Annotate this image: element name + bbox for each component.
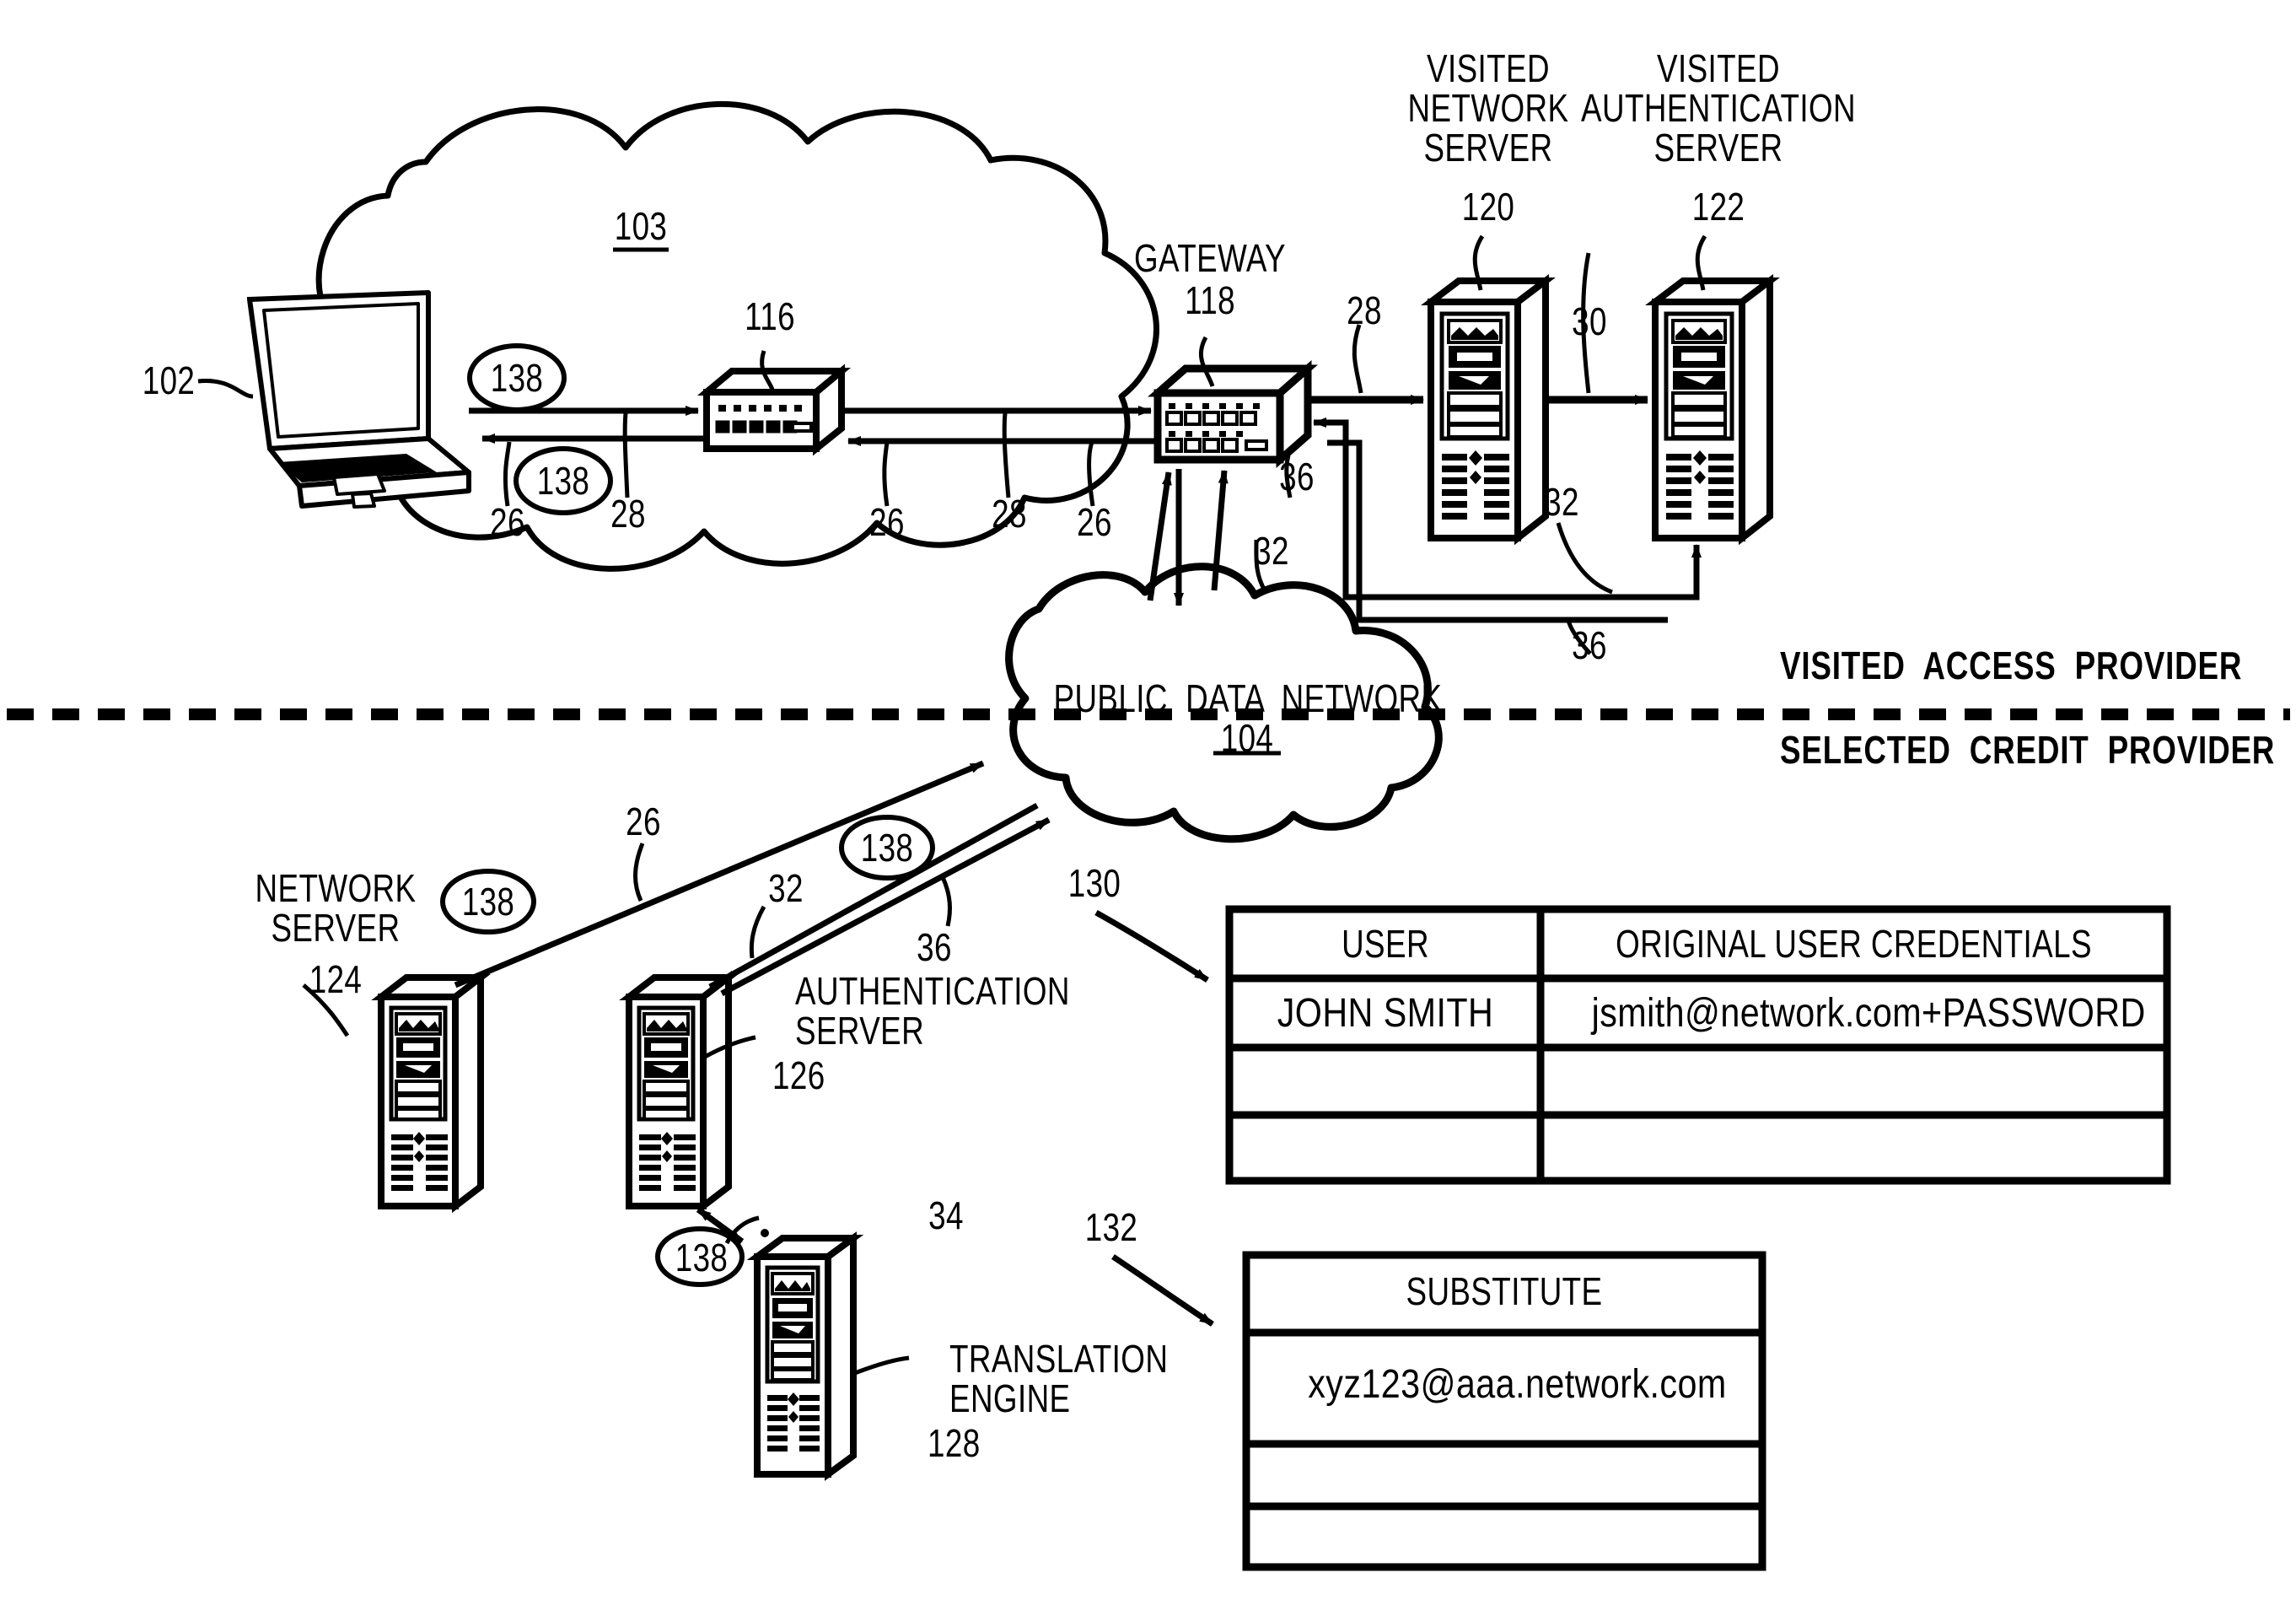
- flow-ref-32-c: 32: [768, 866, 804, 910]
- visited-network-server-icon: [1421, 273, 1556, 546]
- flow-ref-28-b: 28: [992, 492, 1027, 536]
- network-switch-icon: [696, 364, 852, 456]
- gateway-label: GATEWAY: [1134, 236, 1286, 280]
- flow-ref-36-b: 36: [1572, 623, 1607, 667]
- flow-ref-138-d: 138: [860, 826, 914, 870]
- flow-ref-32-a: 32: [1254, 529, 1289, 573]
- substitute-cell-0: xyz123@aaa.network.com: [1308, 1362, 1727, 1407]
- flow-ref-32-b: 32: [1544, 480, 1579, 524]
- translation-engine-icon: [746, 1231, 864, 1481]
- authentication-server-ref-label: 126: [772, 1053, 825, 1097]
- flow-ref-28-c: 28: [1347, 288, 1382, 332]
- flow-ref-138-a: 138: [490, 356, 544, 400]
- network-server-ref-label: 124: [309, 957, 363, 1001]
- visited-authentication-server-label: VISITED AUTHENTICATION SERVER: [1581, 46, 1856, 170]
- translation-engine-label: TRANSLATION ENGINE: [949, 1337, 1169, 1420]
- visited-network-server-label: VISITED NETWORK SERVER: [1407, 46, 1569, 170]
- switch-ref-label: 116: [745, 294, 795, 338]
- credentials-header-user: USER: [1342, 922, 1429, 966]
- patent-figure-canvas: 102 103 116 GATEWAY 118 VISITED NETWORK …: [0, 0, 2296, 1605]
- laptop-icon: [247, 290, 471, 509]
- substitute-header: SUBSTITUTE: [1406, 1269, 1603, 1313]
- credentials-table-ref-label: 130: [1067, 861, 1121, 905]
- visited-authentication-server-icon: [1645, 273, 1780, 546]
- flow-ref-138-c: 138: [461, 880, 515, 924]
- flow-ref-36-c: 36: [917, 925, 952, 969]
- flow-ref-26-a: 26: [490, 500, 525, 544]
- translation-engine-ref-label: 128: [928, 1421, 981, 1465]
- flow-ref-138-b: 138: [536, 459, 590, 503]
- credentials-cell-user-0: JOHN SMITH: [1277, 991, 1494, 1036]
- visited-authentication-server-ref-label: 122: [1691, 185, 1745, 229]
- network-server-icon: [371, 970, 491, 1214]
- flow-ref-26-c: 26: [1077, 500, 1112, 544]
- laptop-ref-label: 102: [142, 358, 196, 402]
- substitute-table-ref-label: 132: [1084, 1205, 1138, 1249]
- gateway-icon: [1148, 360, 1318, 468]
- flow-ref-36-a: 36: [1279, 455, 1315, 498]
- flow-ref-138-e: 138: [675, 1236, 729, 1279]
- credentials-header-original: ORIGINAL USER CREDENTIALS: [1616, 922, 2092, 966]
- flow-ref-30: 30: [1572, 299, 1607, 343]
- selected-credit-provider-label: SELECTED CREDIT PROVIDER: [1780, 728, 2276, 772]
- credentials-cell-creds-0: jsmith@network.com+PASSWORD: [1591, 991, 2146, 1036]
- visited-cloud-ref-label: 103: [614, 204, 668, 248]
- flow-ref-34: 34: [928, 1193, 964, 1237]
- authentication-server-label: AUTHENTICATION SERVER: [795, 969, 1070, 1053]
- visited-access-provider-label: VISITED ACCESS PROVIDER: [1780, 644, 2243, 687]
- flow-ref-28-a: 28: [610, 492, 646, 536]
- visited-network-server-ref-label: 120: [1461, 185, 1515, 229]
- flow-ref-26-d: 26: [626, 800, 661, 843]
- authentication-server-icon: [619, 970, 739, 1214]
- network-server-label: NETWORK SERVER: [255, 866, 417, 950]
- flow-ref-26-b: 26: [869, 500, 905, 544]
- public-data-network-ref-label: 104: [1220, 716, 1274, 760]
- public-data-network-label: PUBLIC DATA NETWORK: [1053, 676, 1443, 720]
- gateway-ref-label: 118: [1185, 278, 1235, 322]
